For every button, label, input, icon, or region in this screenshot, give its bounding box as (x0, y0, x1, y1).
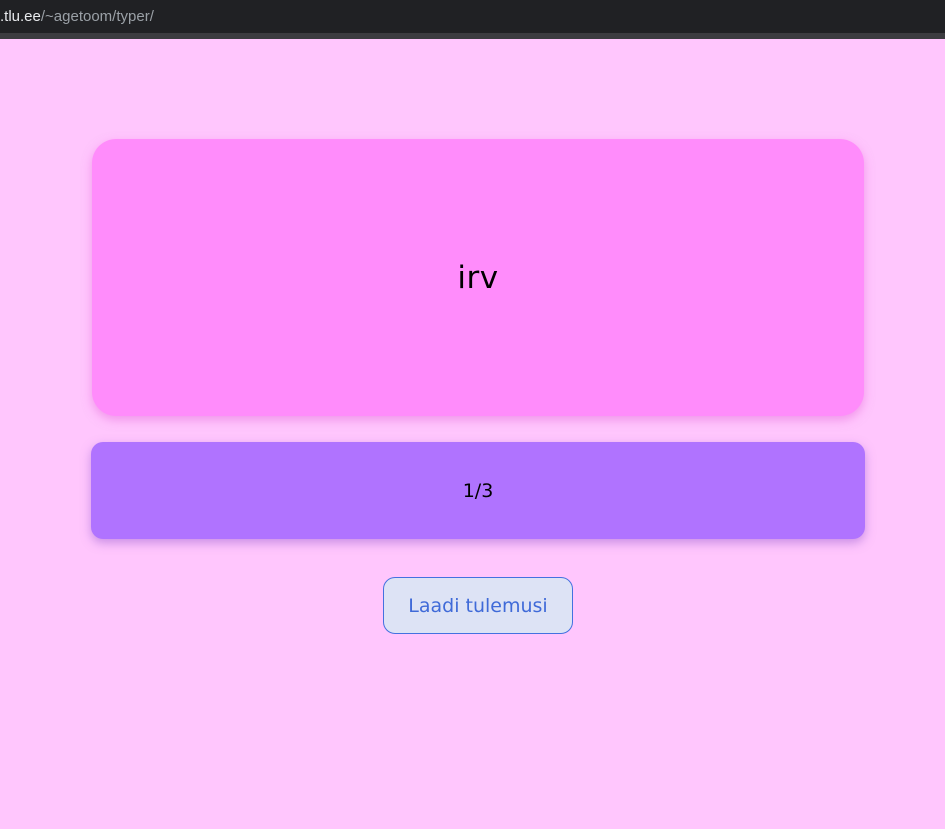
load-results-button[interactable]: Laadi tulemusi (383, 577, 573, 634)
url-path: /~agetoom/typer/ (40, 8, 154, 25)
typer-page: irv 1/3 Laadi tulemusi (0, 39, 945, 829)
word-card: irv (92, 139, 864, 416)
progress-card: 1/3 (91, 442, 865, 539)
url-host: .tlu.ee (0, 8, 41, 25)
progress-counter: 1/3 (462, 479, 494, 502)
current-word: irv (457, 259, 499, 296)
address-bar[interactable]: .tlu.ee/~agetoom/typer/ (0, 0, 945, 33)
